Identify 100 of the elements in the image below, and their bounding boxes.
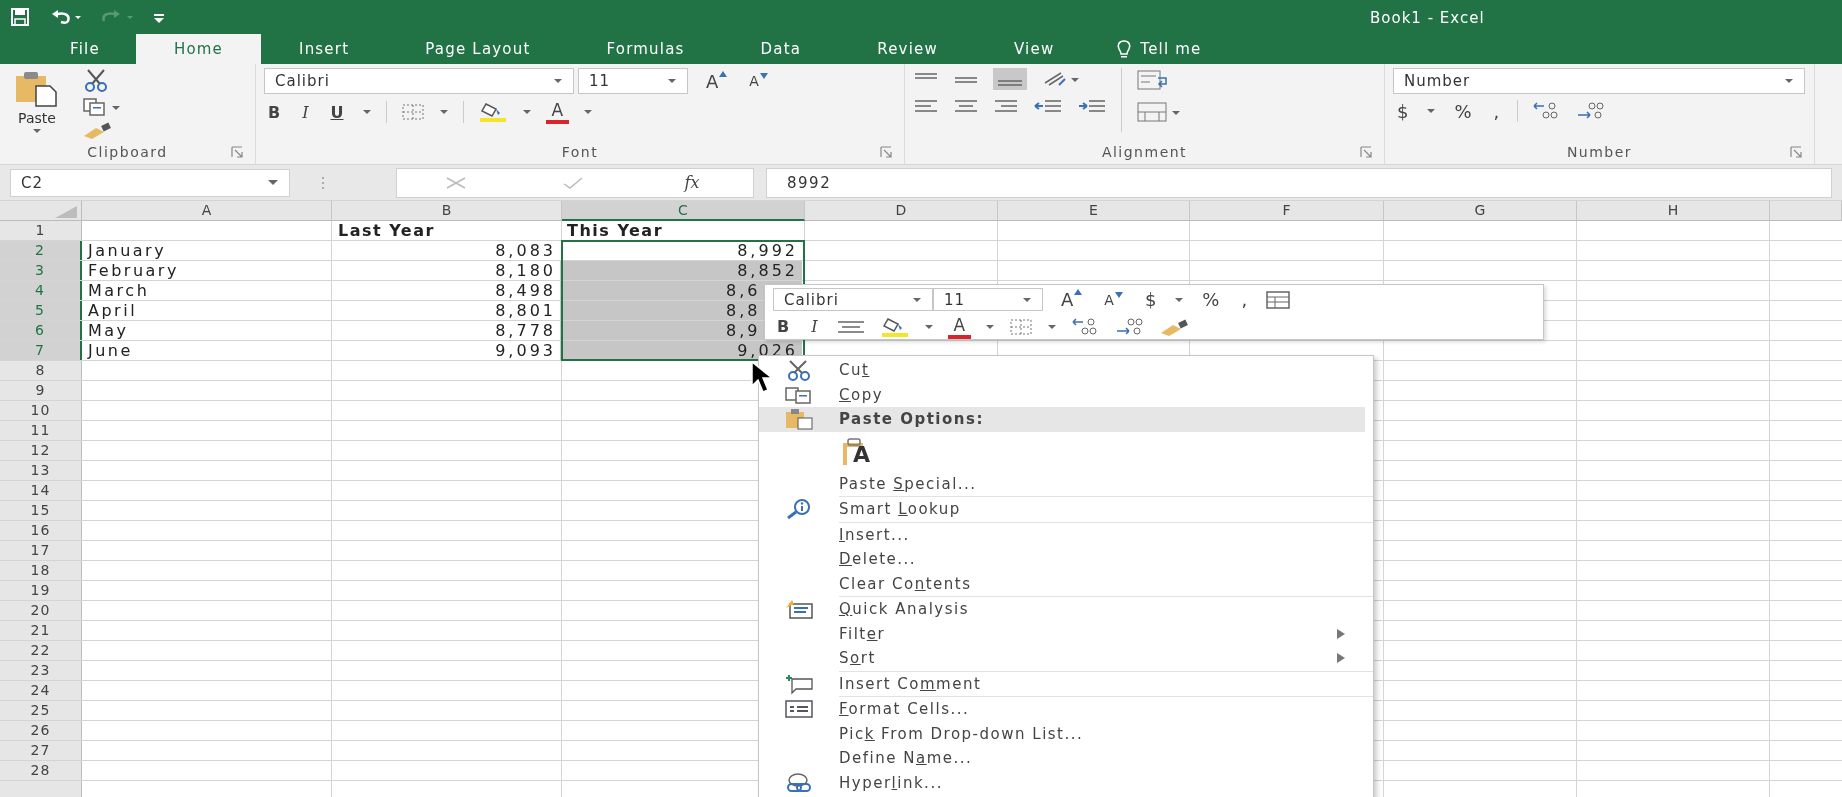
save-icon[interactable] — [10, 7, 30, 27]
tell-me-search[interactable]: Tell me — [1140, 40, 1202, 58]
row-header[interactable]: 4 — [0, 281, 82, 300]
decrease-font-size-button[interactable]: A — [745, 73, 772, 89]
decrease-font-size-button[interactable]: A — [1100, 291, 1127, 308]
menu-item[interactable]: Format Cells... — [759, 697, 1373, 722]
row-header[interactable]: 20 — [0, 601, 82, 620]
row-header[interactable]: 15 — [0, 501, 82, 520]
row-header[interactable]: 18 — [0, 561, 82, 580]
menu-item[interactable]: Clear Contents — [759, 571, 1373, 596]
ribbon-tab[interactable]: Home — [135, 34, 261, 64]
bottom-align-icon[interactable] — [993, 68, 1027, 90]
font-name-field[interactable]: Calibri — [264, 68, 574, 94]
name-box[interactable]: C2 — [10, 168, 290, 197]
caret-icon[interactable] — [583, 109, 594, 115]
menu-item[interactable]: Delete... — [759, 547, 1373, 572]
row-header[interactable]: 10 — [0, 401, 82, 420]
menu-item[interactable]: Smart Lookup — [759, 497, 1373, 522]
column-header[interactable]: B — [332, 201, 562, 221]
font-color-button[interactable]: A — [947, 314, 972, 339]
menu-item[interactable]: Filter — [759, 621, 1373, 646]
dialog-launcher-icon[interactable] — [880, 146, 892, 158]
ribbon-tab[interactable]: Formulas — [568, 34, 723, 64]
caret-icon[interactable] — [1174, 296, 1185, 303]
font-color-button[interactable]: A — [545, 100, 570, 124]
row-header[interactable]: 8 — [0, 361, 82, 380]
currency-button[interactable]: $ — [1393, 100, 1413, 122]
row-header[interactable]: 21 — [0, 621, 82, 640]
increase-indent-icon[interactable] — [1077, 98, 1107, 114]
dialog-launcher-icon[interactable] — [1790, 146, 1802, 158]
increase-font-size-button[interactable]: A — [702, 70, 732, 92]
merge-cells-icon[interactable] — [1136, 100, 1182, 124]
row-header[interactable]: 14 — [0, 481, 82, 500]
column-header[interactable]: D — [805, 201, 998, 221]
row-header[interactable]: 28 — [0, 761, 82, 780]
menu-item[interactable]: Insert Comment — [759, 671, 1373, 696]
formula-input[interactable]: 8992 — [766, 167, 1832, 198]
menu-item[interactable]: Quick Analysis — [759, 597, 1373, 622]
menu-item[interactable]: Paste Special... — [759, 471, 1373, 496]
row-header[interactable]: 9 — [0, 381, 82, 400]
copy-icon[interactable] — [82, 96, 122, 118]
italic-button[interactable]: I — [807, 317, 822, 336]
enter-checkmark-icon[interactable] — [561, 175, 584, 190]
ribbon-tab[interactable]: Page Layout — [387, 34, 569, 64]
decrease-decimal-icon[interactable] — [1115, 316, 1146, 337]
fill-color-icon[interactable] — [879, 315, 910, 338]
row-header[interactable]: 7 — [0, 341, 82, 360]
row-header[interactable]: 12 — [0, 441, 82, 460]
align-center-icon[interactable] — [835, 318, 866, 335]
column-header[interactable]: A — [82, 201, 332, 221]
row-header[interactable]: 24 — [0, 681, 82, 700]
underline-button[interactable]: U — [326, 102, 348, 122]
row-header[interactable]: 16 — [0, 521, 82, 540]
scissors-icon[interactable] — [82, 68, 110, 94]
percent-button[interactable]: % — [1450, 100, 1476, 122]
menu-item[interactable]: I nsert... — [759, 522, 1373, 547]
row-header[interactable]: 26 — [0, 721, 82, 740]
ribbon-tab[interactable]: Review — [839, 34, 976, 64]
wrap-text-icon[interactable] — [1136, 68, 1170, 92]
bold-button[interactable]: B — [264, 102, 285, 122]
row-header[interactable]: 25 — [0, 701, 82, 720]
menu-item[interactable]: Define N a me... — [759, 746, 1373, 771]
caret-icon[interactable] — [985, 323, 996, 330]
row-header[interactable]: 11 — [0, 421, 82, 440]
row-header[interactable]: 17 — [0, 541, 82, 560]
menu-item[interactable]: Copy — [759, 382, 1373, 407]
ribbon-tab[interactable]: File — [20, 34, 136, 64]
row-header[interactable]: 3 — [0, 261, 82, 280]
dialog-launcher-icon[interactable] — [231, 146, 243, 158]
menu-item[interactable]: Sort — [759, 646, 1373, 671]
column-header[interactable]: F — [1190, 201, 1384, 221]
dialog-launcher-icon[interactable] — [1360, 146, 1372, 158]
row-header[interactable]: 22 — [0, 641, 82, 660]
caret-icon[interactable] — [923, 323, 934, 330]
row-header[interactable]: 27 — [0, 741, 82, 760]
format-painter-icon[interactable] — [82, 120, 112, 140]
caret-icon[interactable] — [438, 109, 449, 115]
row-header[interactable]: 23 — [0, 661, 82, 680]
fill-color-icon[interactable] — [477, 101, 508, 123]
drag-handle-icon[interactable] — [320, 174, 326, 191]
row-header[interactable]: 2 — [0, 241, 82, 260]
font-size-field[interactable]: 11 — [578, 68, 688, 94]
italic-button[interactable]: I — [298, 102, 313, 122]
insert-function-button[interactable]: fx — [678, 172, 706, 193]
font-size-field[interactable]: 11 — [933, 288, 1043, 311]
decrease-indent-icon[interactable] — [1033, 98, 1063, 114]
column-header[interactable]: H — [1577, 201, 1770, 221]
paste-button[interactable]: Paste — [8, 68, 66, 140]
paste-option-button[interactable]: A — [843, 437, 871, 466]
menu-item[interactable]: Hyperlink... — [759, 770, 1373, 795]
caret-icon[interactable] — [361, 109, 372, 115]
decrease-decimal-icon[interactable] — [1576, 101, 1607, 121]
align-center-icon[interactable] — [953, 98, 979, 114]
row-header[interactable]: 5 — [0, 301, 82, 320]
column-header[interactable]: C — [562, 201, 805, 221]
increase-font-size-button[interactable]: A — [1057, 289, 1087, 310]
align-left-icon[interactable] — [913, 98, 939, 114]
caret-icon[interactable] — [1426, 108, 1437, 114]
row-header[interactable]: 19 — [0, 581, 82, 600]
row-header[interactable]: 1 — [0, 221, 82, 240]
